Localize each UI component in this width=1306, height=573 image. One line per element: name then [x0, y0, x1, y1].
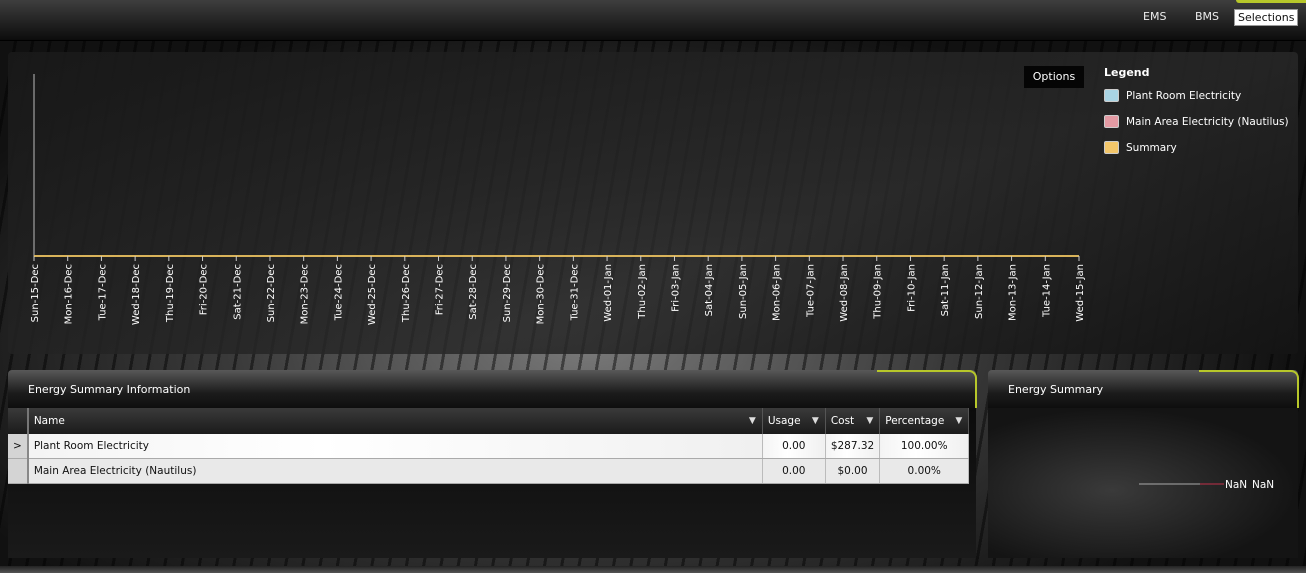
energy-info-grid: Name ▼ Usage ▼ Cost ▼ Percentage ▼ > Pla… — [8, 408, 976, 558]
header-selector — [8, 408, 29, 434]
x-tick-label: Sun-12-Jan — [974, 264, 985, 319]
cell-usage: 0.00 — [762, 434, 826, 459]
x-tick-label: Fri-10-Jan — [906, 264, 917, 312]
cell-name: Plant Room Electricity — [27, 434, 763, 459]
filter-icon[interactable]: ▼ — [812, 416, 819, 426]
x-tick-label: Tue-14-Jan — [1041, 264, 1052, 318]
energy-summary-panel: NaN NaN — [988, 408, 1298, 558]
header-accent — [877, 370, 977, 408]
column-header-name[interactable]: Name ▼ — [27, 408, 763, 434]
table-row[interactable]: > Plant Room Electricity 0.00 $287.32 10… — [8, 434, 970, 459]
cell-percentage: 100.00% — [879, 434, 970, 459]
x-tick-label: Sun-05-Jan — [738, 264, 749, 319]
column-label: Percentage — [885, 415, 945, 427]
x-tick-label: Mon-16-Dec — [64, 264, 75, 324]
energy-summary-title: Energy Summary — [1008, 383, 1104, 396]
x-tick-label: Sat-21-Dec — [232, 264, 243, 320]
legend-label: Summary — [1126, 141, 1177, 154]
energy-summary-header: Energy Summary — [988, 370, 1299, 408]
x-tick-label: Sun-22-Dec — [266, 264, 277, 322]
footer-bar — [0, 566, 1306, 573]
column-header-cost[interactable]: Cost ▼ — [825, 408, 881, 434]
cell-cost: $0.00 — [825, 458, 881, 484]
x-tick-label: Mon-06-Jan — [772, 264, 783, 321]
x-tick-label: Fri-03-Jan — [670, 264, 681, 312]
header-accent — [1199, 370, 1299, 408]
summary-pie-chart: NaN NaN — [1139, 479, 1274, 491]
filter-icon[interactable]: ▼ — [749, 416, 756, 426]
table-header-row: Name ▼ Usage ▼ Cost ▼ Percentage ▼ — [8, 408, 970, 434]
column-label: Name — [33, 415, 65, 427]
x-tick-label: Wed-08-Jan — [839, 264, 850, 322]
legend-title: Legend — [1104, 66, 1150, 79]
x-tick-label: Thu-19-Dec — [165, 264, 176, 323]
cell-percentage: 0.00% — [879, 458, 970, 484]
row-expander-icon[interactable] — [8, 458, 29, 484]
x-tick-label: Sun-15-Dec — [30, 264, 41, 322]
cell-usage: 0.00 — [762, 458, 826, 484]
x-tick-label: Wed-01-Jan — [603, 264, 614, 322]
filter-icon[interactable]: ▼ — [955, 416, 962, 426]
filter-icon[interactable]: ▼ — [866, 416, 873, 426]
column-label: Cost — [830, 415, 855, 427]
chart-options-button[interactable]: Options — [1024, 66, 1084, 88]
legend-swatch — [1104, 115, 1119, 128]
energy-info-header: Energy Summary Information — [8, 370, 977, 408]
x-tick-label: Tue-31-Dec — [569, 264, 580, 321]
legend-swatch — [1104, 89, 1119, 102]
x-tick-label: Tue-07-Jan — [805, 264, 816, 318]
legend-swatch — [1104, 141, 1119, 154]
x-tick-label: Fri-20-Dec — [199, 264, 210, 315]
x-tick-label: Wed-25-Dec — [367, 264, 378, 325]
legend-item-main-area[interactable]: Main Area Electricity (Nautilus) — [1104, 115, 1289, 128]
table-row[interactable]: Main Area Electricity (Nautilus) 0.00 $0… — [8, 458, 970, 484]
x-tick-label: Thu-09-Jan — [873, 264, 884, 320]
energy-info-title: Energy Summary Information — [28, 383, 191, 396]
x-tick-label: Thu-02-Jan — [637, 264, 648, 320]
row-expander-icon[interactable]: > — [8, 434, 29, 459]
x-tick-label: Wed-18-Dec — [131, 264, 142, 325]
x-tick-label: Mon-23-Dec — [300, 264, 311, 324]
x-tick-label: Fri-27-Dec — [435, 264, 446, 315]
x-tick-label: Thu-26-Dec — [401, 264, 412, 323]
cell-name: Main Area Electricity (Nautilus) — [27, 458, 763, 484]
x-tick-label: Tue-24-Dec — [333, 264, 344, 321]
x-tick-label: Tue-17-Dec — [97, 264, 108, 321]
column-label: Usage — [767, 415, 801, 427]
x-tick-label: Sat-04-Jan — [704, 264, 715, 316]
column-header-usage[interactable]: Usage ▼ — [762, 408, 826, 434]
x-tick-label: Sat-28-Dec — [468, 264, 479, 320]
x-tick-label: Wed-15-Jan — [1075, 264, 1086, 322]
legend-label: Plant Room Electricity — [1126, 89, 1242, 102]
x-tick-label: Sun-29-Dec — [502, 264, 513, 322]
legend-item-plant-room[interactable]: Plant Room Electricity — [1104, 89, 1241, 102]
column-header-percentage[interactable]: Percentage ▼ — [879, 408, 970, 434]
pie-label: NaN — [1252, 479, 1274, 491]
x-tick-label: Mon-13-Jan — [1008, 264, 1019, 321]
legend-item-summary[interactable]: Summary — [1104, 141, 1177, 154]
x-tick-label: Sat-11-Jan — [940, 264, 951, 316]
energy-table: Name ▼ Usage ▼ Cost ▼ Percentage ▼ > Pla… — [8, 408, 970, 484]
cell-cost: $287.32 — [825, 434, 881, 459]
legend-label: Main Area Electricity (Nautilus) — [1126, 115, 1289, 128]
pie-label: NaN — [1225, 479, 1247, 491]
x-tick-label: Mon-30-Dec — [536, 264, 547, 324]
